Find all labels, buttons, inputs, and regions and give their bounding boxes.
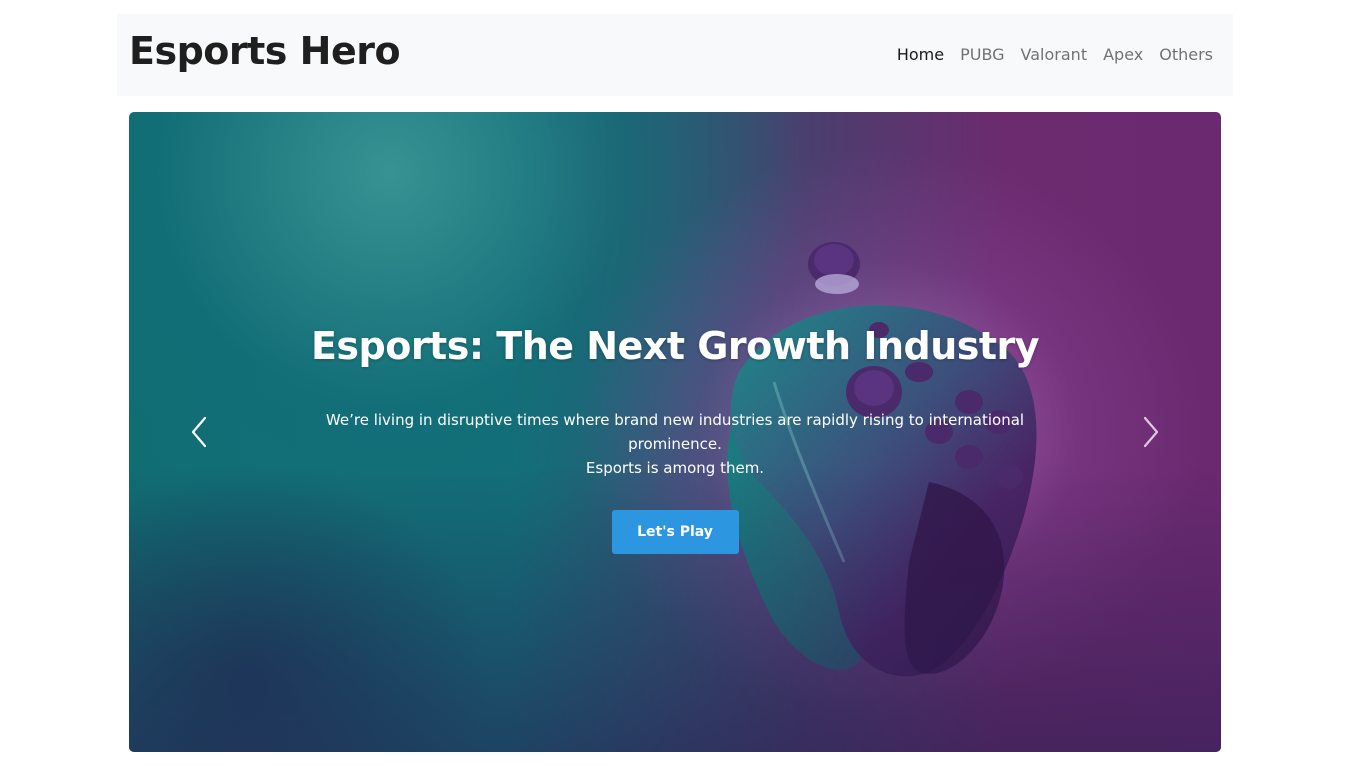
nav-menu: Home PUBG Valorant Apex Others — [889, 43, 1221, 67]
hero-carousel: Esports: The Next Growth Industry We’re … — [129, 112, 1221, 752]
nav-link-pubg[interactable]: PUBG — [952, 43, 1012, 67]
hero-caption: Esports: The Next Growth Industry We’re … — [129, 320, 1221, 554]
hero-description-line-1: We’re living in disruptive times where b… — [325, 411, 1025, 453]
hero-description-line-2: Esports is among them. — [585, 459, 765, 477]
nav-link-valorant[interactable]: Valorant — [1013, 43, 1096, 67]
hero-title: Esports: The Next Growth Industry — [310, 324, 1040, 368]
nav-link-home[interactable]: Home — [889, 43, 952, 67]
hero-description: We’re living in disruptive times where b… — [295, 408, 1055, 480]
lets-play-button[interactable]: Let's Play — [611, 510, 739, 554]
navbar: Esports Hero Home PUBG Valorant Apex Oth… — [117, 14, 1233, 96]
brand-logo[interactable]: Esports Hero — [129, 27, 401, 75]
nav-link-others[interactable]: Others — [1151, 43, 1221, 67]
nav-link-apex[interactable]: Apex — [1095, 43, 1151, 67]
